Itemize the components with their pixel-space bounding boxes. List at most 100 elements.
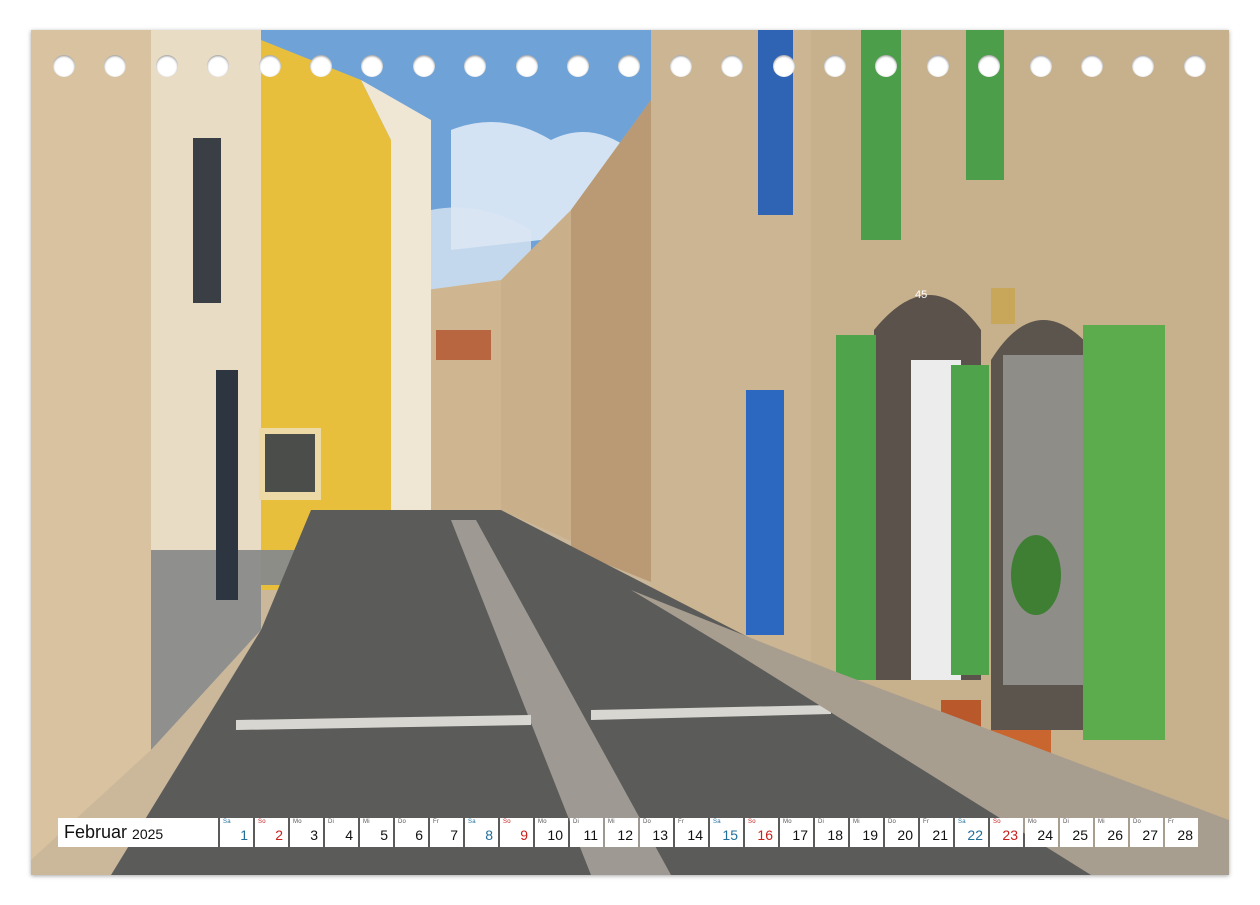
far-building [426, 280, 501, 510]
day-number: 16 [757, 827, 773, 843]
calendar-day: Mi 26 [1095, 818, 1128, 847]
day-number: 20 [897, 827, 913, 843]
day-of-week: Di [818, 819, 825, 825]
yellow-window-grill [265, 434, 315, 492]
calendar-day: So 16 [745, 818, 778, 847]
calendar-day: Fr 28 [1165, 818, 1198, 847]
calendar-day: Di 18 [815, 818, 848, 847]
calendar-day: Mo 17 [780, 818, 813, 847]
day-of-week: Sa [223, 819, 231, 825]
yellow-building [261, 40, 391, 590]
day-of-week: Fr [433, 819, 440, 825]
calendar-day: Mo 10 [535, 818, 568, 847]
day-number: 27 [1142, 827, 1158, 843]
day-list: Sa 1 So 2 Mo 3 Di 4 Mi 5 Do 6 Fr 7 Sa 8 So 9 Mo 10 Di 11 Mi 12 D… [220, 818, 1198, 847]
calendar-day: Di 4 [325, 818, 358, 847]
day-of-week: Mo [538, 819, 547, 825]
day-number: 17 [792, 827, 808, 843]
calendar-day: Sa 8 [465, 818, 498, 847]
month-label-box: Februar 2025 [58, 818, 218, 847]
calendar-day: Do 27 [1130, 818, 1163, 847]
day-number: 25 [1072, 827, 1088, 843]
calendar-day: Mo 3 [290, 818, 323, 847]
day-of-week: So [258, 819, 266, 825]
day-of-week: Do [888, 819, 897, 825]
calendar-strip: Februar 2025 Sa 1 So 2 Mo 3 Di 4 Mi 5 Do 6 Fr 7 Sa 8 So 9… [58, 818, 1198, 847]
day-of-week: Mi [608, 819, 615, 825]
day-of-week: Mi [853, 819, 860, 825]
day-number: 24 [1037, 827, 1053, 843]
calendar-day: Sa 1 [220, 818, 253, 847]
calendar-day: So 23 [990, 818, 1023, 847]
day-number: 21 [932, 827, 948, 843]
calendar-day: So 9 [500, 818, 533, 847]
day-of-week: Di [328, 819, 335, 825]
day-number: 8 [485, 827, 493, 843]
green-shutter [1083, 325, 1165, 740]
calendar-day: Do 6 [395, 818, 428, 847]
blue-shutter [758, 30, 793, 215]
day-of-week: Mi [363, 819, 370, 825]
calendar-day: Do 20 [885, 818, 918, 847]
day-number: 23 [1002, 827, 1018, 843]
calendar-day: Fr 7 [430, 818, 463, 847]
calendar-day: Sa 22 [955, 818, 988, 847]
day-of-week: Mo [293, 819, 302, 825]
green-shutter [861, 30, 901, 240]
day-number: 12 [617, 827, 633, 843]
day-number: 9 [520, 827, 528, 843]
house-plaque [991, 288, 1015, 324]
left-window-grill [193, 138, 221, 303]
calendar-day: Mi 19 [850, 818, 883, 847]
day-of-week: Do [1133, 819, 1142, 825]
day-of-week: Do [643, 819, 652, 825]
day-number: 11 [583, 827, 598, 843]
month-name: Februar [64, 822, 128, 842]
day-of-week: Fr [678, 819, 685, 825]
calendar-day: So 2 [255, 818, 288, 847]
day-number: 22 [967, 827, 983, 843]
blue-door [746, 390, 784, 635]
day-number: 1 [240, 827, 248, 843]
year: 2025 [132, 826, 164, 842]
green-shutter [836, 335, 876, 680]
day-number: 26 [1107, 827, 1123, 843]
day-of-week: Di [573, 819, 580, 825]
calendar-day: Mi 5 [360, 818, 393, 847]
day-number: 10 [547, 827, 563, 843]
day-of-week: So [503, 819, 511, 825]
calendar-page: 45 [31, 30, 1229, 875]
plant [1011, 535, 1061, 615]
day-number: 6 [415, 827, 423, 843]
day-number: 4 [345, 827, 353, 843]
calendar-day: Do 13 [640, 818, 673, 847]
day-of-week: Mi [1098, 819, 1105, 825]
day-of-week: So [993, 819, 1001, 825]
far-roof [436, 330, 491, 360]
day-of-week: So [748, 819, 756, 825]
calendar-day: Mo 24 [1025, 818, 1058, 847]
day-number: 7 [450, 827, 458, 843]
day-of-week: Mo [783, 819, 792, 825]
left-door [216, 370, 238, 600]
day-number: 19 [862, 827, 878, 843]
day-number: 18 [827, 827, 843, 843]
day-number: 15 [722, 827, 738, 843]
street-photo: 45 [31, 30, 1229, 875]
window-mesh [1003, 355, 1088, 685]
green-shutter [951, 365, 989, 675]
day-number: 3 [310, 827, 318, 843]
day-number: 13 [652, 827, 668, 843]
green-shutter [966, 30, 1004, 180]
day-of-week: Sa [958, 819, 966, 825]
calendar-day: Fr 21 [920, 818, 953, 847]
day-of-week: Do [398, 819, 407, 825]
calendar-day: Mi 12 [605, 818, 638, 847]
day-number: 28 [1177, 827, 1193, 843]
day-of-week: Fr [1168, 819, 1175, 825]
day-of-week: Di [1063, 819, 1070, 825]
day-of-week: Sa [713, 819, 721, 825]
day-number: 2 [275, 827, 283, 843]
calendar-day: Di 25 [1060, 818, 1093, 847]
day-of-week: Sa [468, 819, 476, 825]
